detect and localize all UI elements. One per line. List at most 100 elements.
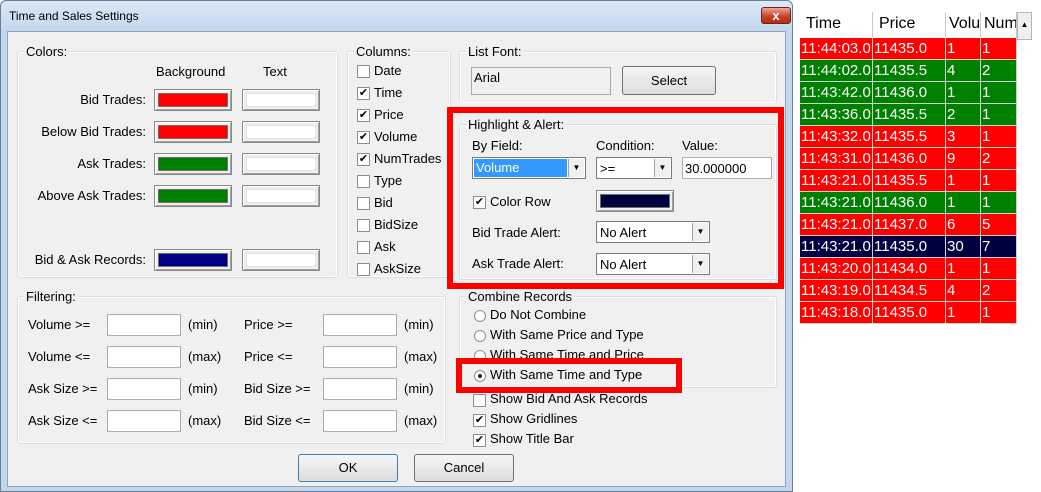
column-volume-checkbox[interactable]: ✔ (357, 131, 370, 144)
table-row[interactable]: 11:43:19.0 11434.5 4 2 (800, 280, 1017, 302)
cell-volume: 6 (946, 214, 981, 236)
filter-right-input[interactable] (323, 410, 397, 432)
cancel-button[interactable]: Cancel (414, 454, 514, 482)
table-row[interactable]: 11:43:21.0 11437.0 6 5 (800, 214, 1017, 236)
text-color-fill (246, 189, 316, 203)
background-color-fill (158, 157, 228, 171)
filter-left-input[interactable] (107, 410, 181, 432)
background-header: Background (156, 64, 226, 79)
text-color-swatch[interactable] (242, 185, 320, 207)
table-row[interactable]: 11:43:21.0 11435.5 1 1 (800, 170, 1017, 192)
cell-price: 11437.0 (873, 214, 946, 236)
text-color-fill (246, 157, 316, 171)
table-row[interactable]: 11:44:02.0 11435.5 4 2 (800, 60, 1017, 82)
filter-left-input[interactable] (107, 378, 181, 400)
column-numtrades-checkbox[interactable]: ✔ (357, 153, 370, 166)
combine-option-checkbox[interactable] (473, 394, 486, 407)
text-color-swatch[interactable] (242, 121, 320, 143)
header-num[interactable]: Num (981, 12, 1017, 38)
cell-time: 11:43:42.0 (800, 82, 873, 104)
table-row[interactable]: 11:43:20.0 11434.0 1 1 (800, 258, 1017, 280)
cell-time: 11:43:31.0 (800, 148, 873, 170)
column-type-checkbox[interactable] (357, 175, 370, 188)
cell-num: 1 (981, 302, 1017, 324)
combine-records-legend: Combine Records (466, 289, 575, 304)
column-time-label: Time (374, 85, 403, 100)
combine-option-checkbox[interactable]: ✔ (473, 434, 486, 447)
text-header: Text (263, 64, 287, 79)
column-time-checkbox[interactable]: ✔ (357, 87, 370, 100)
close-button[interactable]: x (761, 7, 791, 24)
cell-num: 1 (981, 192, 1017, 214)
filter-left-unit: (min) (188, 381, 218, 396)
table-row[interactable]: 11:43:21.0 11435.0 30 7 (800, 236, 1017, 258)
cell-num: 1 (981, 258, 1017, 280)
combine-option-radio[interactable] (474, 330, 486, 342)
combine-option-checkbox[interactable]: ✔ (473, 414, 486, 427)
cell-price: 11435.5 (873, 170, 946, 192)
table-row[interactable]: 11:43:31.0 11436.0 9 2 (800, 148, 1017, 170)
ok-button[interactable]: OK (298, 454, 398, 482)
cell-num: 2 (981, 148, 1017, 170)
table-row[interactable]: 11:43:36.0 11435.5 2 1 (800, 104, 1017, 126)
table-row[interactable]: 11:43:18.0 11435.0 1 1 (800, 302, 1017, 324)
select-font-button[interactable]: Select (622, 66, 716, 95)
font-name-value: Arial (474, 70, 501, 85)
filter-left-label: Ask Size <= (28, 413, 98, 428)
background-color-swatch[interactable] (154, 153, 232, 175)
cell-volume: 1 (946, 82, 981, 104)
scroll-up-arrow-icon[interactable]: ▲ (1017, 12, 1032, 40)
table-row[interactable]: 11:44:03.0 11435.0 1 1 (800, 38, 1017, 60)
cell-num: 7 (981, 236, 1017, 258)
column-price-checkbox[interactable]: ✔ (357, 109, 370, 122)
filter-left-input[interactable] (107, 314, 181, 336)
cell-num: 1 (981, 126, 1017, 148)
column-bidsize-checkbox[interactable] (357, 219, 370, 232)
cell-price: 11434.0 (873, 258, 946, 280)
title-bar[interactable]: Time and Sales Settings x (1, 1, 792, 31)
cell-time: 11:44:02.0 (800, 60, 873, 82)
column-bid-label: Bid (374, 195, 393, 210)
filter-left-input[interactable] (107, 346, 181, 368)
cell-time: 11:43:21.0 (800, 236, 873, 258)
text-color-fill (246, 125, 316, 139)
color-row-label: Below Bid Trades: (41, 124, 146, 139)
table-row[interactable]: 11:43:32.0 11435.5 3 1 (800, 126, 1017, 148)
background-color-swatch[interactable] (154, 185, 232, 207)
filter-right-input[interactable] (323, 314, 397, 336)
cell-price: 11435.0 (873, 302, 946, 324)
column-date-checkbox[interactable] (357, 65, 370, 78)
cell-num: 2 (981, 60, 1017, 82)
background-color-swatch[interactable] (154, 89, 232, 111)
background-color-fill (158, 125, 228, 139)
filter-right-input[interactable] (323, 378, 397, 400)
cell-time: 11:43:20.0 (800, 258, 873, 280)
cell-price: 11435.0 (873, 38, 946, 60)
column-bid-checkbox[interactable] (357, 197, 370, 210)
filtering-legend: Filtering: (24, 289, 78, 304)
header-volume[interactable]: Volu (946, 12, 981, 38)
table-row[interactable]: 11:43:21.0 11436.0 1 1 (800, 192, 1017, 214)
list-font-legend: List Font: (466, 44, 524, 59)
cell-price: 11435.5 (873, 60, 946, 82)
filter-right-label: Price <= (244, 349, 293, 364)
cell-volume: 4 (946, 60, 981, 82)
combine-option-radio[interactable] (474, 310, 486, 322)
column-date-label: Date (374, 63, 402, 78)
background-color-swatch[interactable] (154, 121, 232, 143)
filter-right-unit: (min) (404, 381, 434, 396)
table-row[interactable]: 11:43:42.0 11436.0 1 1 (800, 82, 1017, 104)
cell-time: 11:44:03.0 (800, 38, 873, 60)
column-ask-checkbox[interactable] (357, 241, 370, 254)
header-time[interactable]: Time (800, 12, 873, 38)
filter-right-input[interactable] (323, 346, 397, 368)
header-price[interactable]: Price (873, 12, 946, 38)
column-asksize-checkbox[interactable] (357, 263, 370, 276)
combine-option-checkbox-label: Show Bid And Ask Records (490, 391, 648, 406)
text-color-swatch[interactable] (242, 249, 320, 271)
text-color-swatch[interactable] (242, 153, 320, 175)
column-numtrades-label: NumTrades (374, 151, 442, 166)
background-color-swatch[interactable] (154, 249, 232, 271)
text-color-swatch[interactable] (242, 89, 320, 111)
filter-left-unit: (max) (188, 413, 222, 428)
